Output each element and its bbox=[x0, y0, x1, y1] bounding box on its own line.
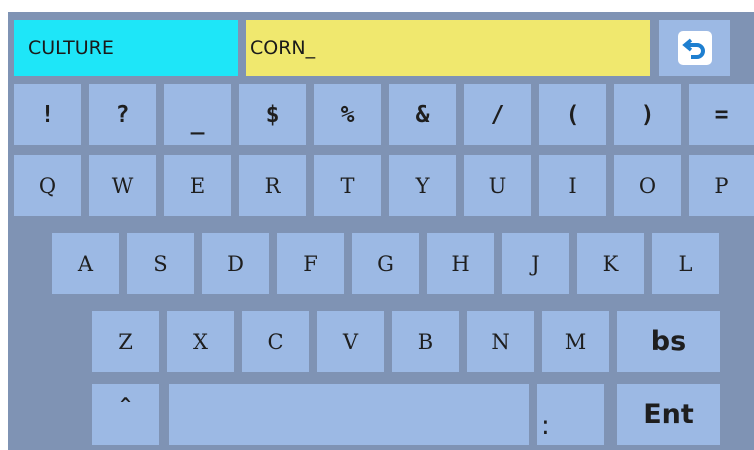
key-question[interactable]: ? bbox=[89, 84, 156, 145]
key-percent[interactable]: % bbox=[314, 84, 381, 145]
key-s[interactable]: S bbox=[127, 233, 194, 294]
key-b[interactable]: B bbox=[392, 311, 459, 372]
key-q[interactable]: Q bbox=[14, 155, 81, 216]
back-button[interactable] bbox=[659, 20, 730, 76]
key-k[interactable]: K bbox=[577, 233, 644, 294]
key-o[interactable]: O bbox=[614, 155, 681, 216]
key-dollar[interactable]: $ bbox=[239, 84, 306, 145]
space-bar[interactable] bbox=[169, 384, 529, 445]
keyboard-screen: CULTURE CORN_ ! ? _ $ % & / ( ) = Q W E … bbox=[8, 12, 754, 450]
key-x[interactable]: X bbox=[167, 311, 234, 372]
enter-button[interactable]: Ent bbox=[617, 384, 720, 445]
key-colon[interactable]: : bbox=[537, 384, 604, 445]
key-u[interactable]: U bbox=[464, 155, 531, 216]
key-ampersand[interactable]: & bbox=[389, 84, 456, 145]
shift-key[interactable]: ^ bbox=[92, 384, 159, 445]
key-n[interactable]: N bbox=[467, 311, 534, 372]
key-v[interactable]: V bbox=[317, 311, 384, 372]
key-c[interactable]: C bbox=[242, 311, 309, 372]
text-input[interactable]: CORN_ bbox=[246, 20, 650, 76]
key-l[interactable]: L bbox=[652, 233, 719, 294]
key-z[interactable]: Z bbox=[92, 311, 159, 372]
key-y[interactable]: Y bbox=[389, 155, 456, 216]
key-equals[interactable]: = bbox=[689, 84, 754, 145]
key-open-paren[interactable]: ( bbox=[539, 84, 606, 145]
key-j[interactable]: J bbox=[502, 233, 569, 294]
undo-arrow-icon bbox=[677, 31, 712, 65]
key-m[interactable]: M bbox=[542, 311, 609, 372]
backspace-button[interactable]: bs bbox=[617, 311, 720, 372]
key-r[interactable]: R bbox=[239, 155, 306, 216]
key-close-paren[interactable]: ) bbox=[614, 84, 681, 145]
key-p[interactable]: P bbox=[689, 155, 754, 216]
key-t[interactable]: T bbox=[314, 155, 381, 216]
key-h[interactable]: H bbox=[427, 233, 494, 294]
field-label: CULTURE bbox=[14, 20, 238, 76]
key-a[interactable]: A bbox=[52, 233, 119, 294]
key-f[interactable]: F bbox=[277, 233, 344, 294]
key-exclamation[interactable]: ! bbox=[14, 84, 81, 145]
key-w[interactable]: W bbox=[89, 155, 156, 216]
key-i[interactable]: I bbox=[539, 155, 606, 216]
key-slash[interactable]: / bbox=[464, 84, 531, 145]
key-d[interactable]: D bbox=[202, 233, 269, 294]
key-underscore[interactable]: _ bbox=[164, 84, 231, 145]
key-e[interactable]: E bbox=[164, 155, 231, 216]
key-g[interactable]: G bbox=[352, 233, 419, 294]
